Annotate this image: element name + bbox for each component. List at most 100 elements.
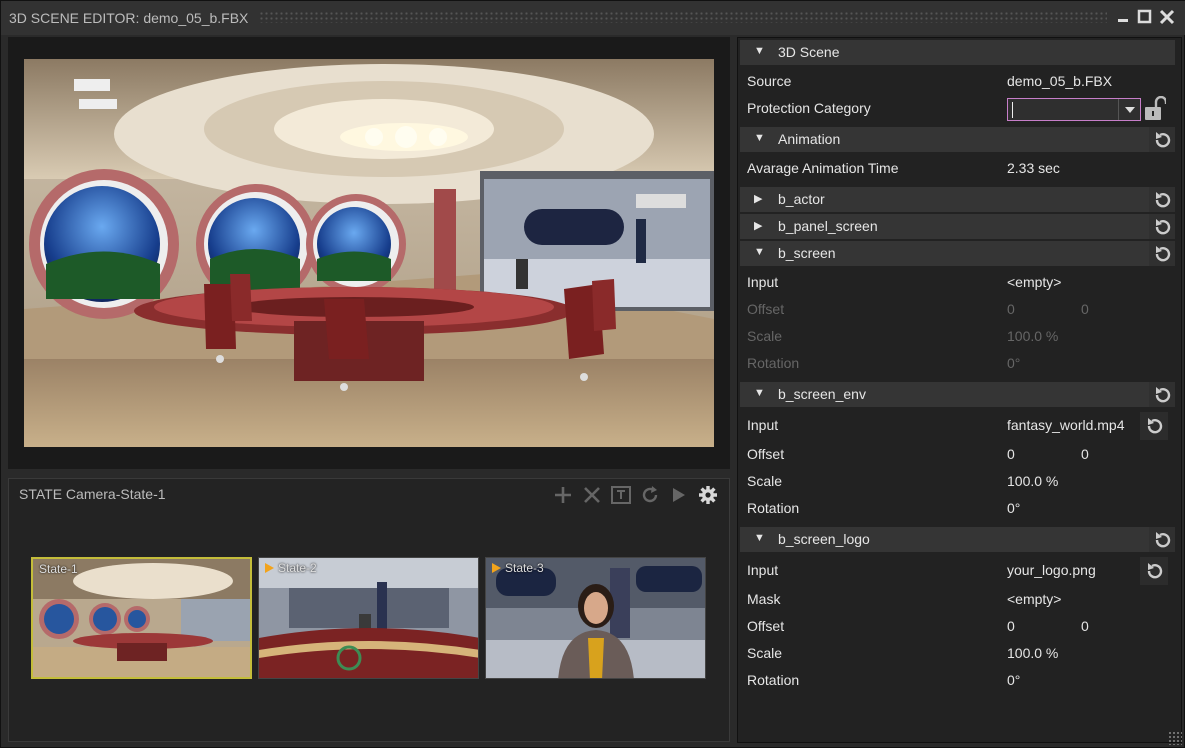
text-edit-button[interactable] — [609, 484, 632, 507]
scale-value[interactable]: 100.0 % — [1007, 473, 1058, 489]
offset-y-value[interactable]: 0 — [1081, 618, 1089, 634]
state-name: State-2 — [265, 561, 317, 575]
text-edit-icon — [610, 486, 631, 504]
state-1-preview — [33, 559, 250, 677]
scale-label: Scale — [747, 645, 783, 661]
section-title: Animation — [778, 131, 841, 147]
properties-panel: ▼ 3D Scene Source demo_05_b.FBX Protecti… — [737, 37, 1182, 743]
state-thumbnail[interactable]: State-2 — [258, 557, 479, 679]
section-title: b_panel_screen — [778, 218, 878, 234]
offset-label: Offset — [747, 618, 785, 634]
scale-label: Scale — [747, 473, 783, 489]
input-label: Input — [747, 417, 779, 433]
input-value[interactable]: fantasy_world.mp4 — [1007, 417, 1125, 433]
unlock-icon — [1145, 95, 1168, 120]
play-state-button[interactable] — [667, 484, 690, 507]
input-value[interactable]: your_logo.png — [1007, 562, 1096, 578]
offset-x-value: 0 — [1007, 301, 1015, 317]
section-b-screen-logo[interactable]: ▼ b_screen_logo — [740, 527, 1175, 552]
resize-grip[interactable] — [1168, 731, 1182, 745]
section-title: b_screen_logo — [778, 531, 870, 547]
offset-x-value[interactable]: 0 — [1007, 618, 1015, 634]
scene-editor-window: 3D SCENE EDITOR: demo_05_b.FBX STATE Cam… — [0, 0, 1185, 748]
input-value[interactable]: <empty> — [1007, 274, 1061, 290]
settings-button[interactable] — [696, 484, 719, 507]
rotation-label: Rotation — [747, 500, 800, 516]
source-value: demo_05_b.FBX — [1007, 73, 1113, 89]
scene-preview-image[interactable] — [24, 59, 714, 447]
reset-icon — [1155, 131, 1171, 147]
section-b-panel-screen[interactable]: ▶ b_panel_screen — [740, 214, 1175, 239]
lock-button[interactable] — [1144, 95, 1168, 122]
refresh-icon — [642, 486, 657, 503]
expanded-arrow-icon: ▼ — [754, 246, 765, 258]
state-marker-icon — [265, 563, 274, 573]
reset-animation-button[interactable] — [1149, 127, 1175, 152]
close-button[interactable] — [1157, 7, 1177, 29]
collapsed-arrow-icon: ▶ — [754, 193, 763, 205]
add-icon — [554, 487, 571, 503]
reset-icon — [1155, 191, 1171, 207]
b-screen-logo-rotation-row: Rotation 0° — [747, 670, 1177, 694]
drag-grip[interactable] — [259, 11, 1107, 23]
state-thumbnail[interactable]: State-3 — [485, 557, 706, 679]
protection-category-combo[interactable] — [1007, 98, 1141, 121]
scale-value: 100.0 % — [1007, 328, 1059, 344]
add-state-button[interactable] — [551, 484, 574, 507]
delete-state-button[interactable] — [580, 484, 603, 507]
b-screen-logo-mask-row: Mask <empty> — [747, 589, 1177, 613]
reset-b-panel-screen-button[interactable] — [1149, 214, 1175, 239]
input-label: Input — [747, 274, 779, 290]
dropdown-button[interactable] — [1118, 99, 1140, 120]
minimize-button[interactable] — [1113, 5, 1133, 27]
section-title: b_actor — [778, 191, 825, 207]
offset-label: Offset — [747, 301, 785, 317]
reset-icon — [1147, 418, 1163, 434]
scale-value[interactable]: 100.0 % — [1007, 645, 1058, 661]
reset-input-button[interactable] — [1140, 412, 1168, 440]
reset-icon — [1155, 245, 1171, 261]
section-animation[interactable]: ▼ Animation — [740, 127, 1175, 152]
section-b-actor[interactable]: ▶ b_actor — [740, 187, 1175, 212]
offset-y-value[interactable]: 0 — [1081, 446, 1089, 462]
section-b-screen[interactable]: ▼ b_screen — [740, 241, 1175, 266]
refresh-state-button[interactable] — [638, 484, 661, 507]
section-b-screen-env[interactable]: ▼ b_screen_env — [740, 382, 1175, 407]
rotation-value[interactable]: 0° — [1007, 500, 1020, 516]
state-thumbnail[interactable]: State-1 — [31, 557, 252, 679]
maximize-icon — [1137, 9, 1152, 24]
b-screen-offset-row: Offset 0 0 — [747, 299, 1177, 323]
mask-value[interactable]: <empty> — [1007, 591, 1061, 607]
title-bar[interactable]: 3D SCENE EDITOR: demo_05_b.FBX — [1, 1, 1185, 35]
reset-b-actor-button[interactable] — [1149, 187, 1175, 212]
reset-b-screen-button[interactable] — [1149, 241, 1175, 266]
rotation-value[interactable]: 0° — [1007, 672, 1020, 688]
source-label: Source — [747, 73, 792, 89]
window-title: 3D SCENE EDITOR: demo_05_b.FBX — [9, 10, 249, 26]
offset-y-value: 0 — [1081, 301, 1089, 317]
section-3d-scene[interactable]: ▼ 3D Scene — [740, 40, 1175, 65]
section-title: b_screen_env — [778, 386, 866, 402]
b-screen-scale-row: Scale 100.0 % — [747, 326, 1177, 350]
reset-icon — [1147, 563, 1163, 579]
reset-icon — [1155, 218, 1171, 234]
b-screen-env-rotation-row: Rotation 0° — [747, 498, 1177, 522]
b-screen-input-row: Input <empty> — [747, 272, 1177, 296]
minimize-icon — [1118, 19, 1128, 22]
reset-b-screen-env-button[interactable] — [1149, 382, 1175, 407]
offset-label: Offset — [747, 446, 785, 462]
delete-icon — [583, 487, 600, 503]
3d-viewport[interactable] — [8, 37, 730, 469]
expanded-arrow-icon: ▼ — [754, 532, 765, 544]
reset-icon — [1155, 386, 1171, 402]
reset-b-screen-logo-button[interactable] — [1149, 527, 1175, 552]
scale-label: Scale — [747, 328, 783, 344]
state-name: State-3 — [492, 561, 544, 575]
avg-animation-label: Avarage Animation Time — [747, 160, 899, 176]
text-caret — [1012, 102, 1013, 118]
maximize-button[interactable] — [1135, 7, 1155, 29]
reset-input-button[interactable] — [1140, 557, 1168, 585]
offset-x-value[interactable]: 0 — [1007, 446, 1015, 462]
gear-icon — [698, 486, 717, 504]
state-panel: STATE Camera-State-1 State-1 State-2 Sta… — [8, 478, 730, 742]
